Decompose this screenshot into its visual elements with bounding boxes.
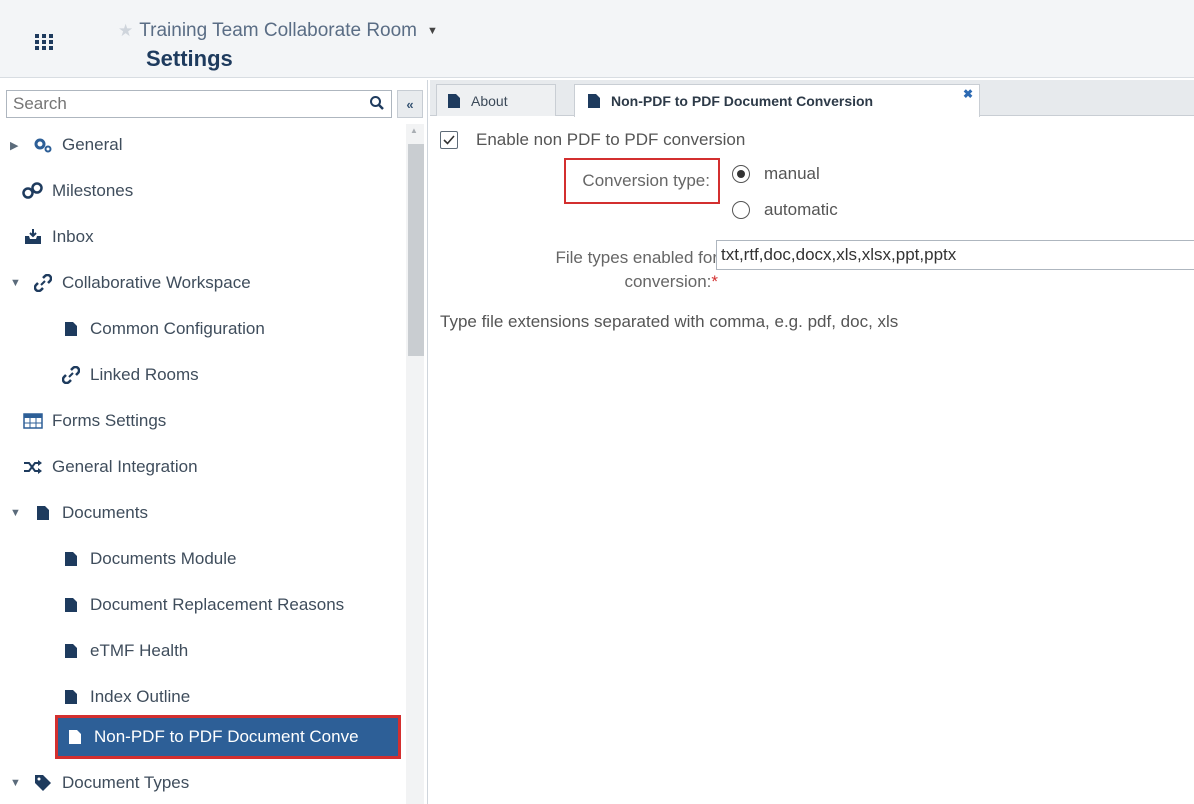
enable-conversion-label: Enable non PDF to PDF conversion bbox=[476, 130, 746, 149]
sidebar-item-documents[interactable]: ▼ Documents bbox=[10, 498, 148, 528]
expand-arrow-icon[interactable]: ▶ bbox=[10, 139, 22, 152]
tab-about[interactable]: About bbox=[436, 84, 556, 116]
sidebar-item-label: Inbox bbox=[52, 227, 94, 246]
sidebar-item-label: Collaborative Workspace bbox=[62, 273, 251, 292]
tab-label: About bbox=[471, 92, 508, 109]
collapse-arrow-icon[interactable]: ▼ bbox=[10, 777, 22, 789]
settings-sidebar: « ▲ ▶ General Milestones Inbox ▼ Collabo… bbox=[0, 80, 428, 804]
document-icon bbox=[587, 93, 601, 109]
app-header: ★ Training Team Collaborate Room ▼ Setti… bbox=[0, 0, 1194, 78]
close-icon[interactable]: ✖ bbox=[963, 87, 973, 101]
sidebar-item-document-types[interactable]: ▼ Document Types bbox=[10, 768, 189, 798]
collapse-arrow-icon[interactable]: ▼ bbox=[10, 507, 22, 519]
sidebar-item-label: Milestones bbox=[52, 181, 134, 200]
settings-content: About Non-PDF to PDF Document Conversion… bbox=[430, 80, 1194, 804]
link-icon bbox=[60, 366, 82, 384]
document-icon bbox=[64, 729, 86, 745]
document-icon bbox=[32, 505, 54, 521]
page-title: Settings bbox=[146, 46, 233, 71]
sidebar-item-label: Index Outline bbox=[90, 687, 191, 706]
document-icon bbox=[60, 643, 82, 659]
file-types-label: File types enabled for conversion:* bbox=[490, 246, 718, 294]
search-input[interactable] bbox=[6, 90, 392, 118]
sidebar-item-label: Document Types bbox=[62, 773, 190, 792]
room-selector[interactable]: ★ Training Team Collaborate Room ▼ bbox=[118, 20, 438, 42]
tab-bar: About Non-PDF to PDF Document Conversion… bbox=[430, 80, 1194, 117]
radio-automatic-row[interactable]: automatic bbox=[732, 200, 838, 220]
enable-conversion-checkbox[interactable] bbox=[440, 131, 458, 149]
document-icon bbox=[60, 551, 82, 567]
sidebar-item-milestones[interactable]: Milestones bbox=[22, 176, 133, 206]
room-title: Training Team Collaborate Room bbox=[139, 20, 417, 41]
sidebar-item-collaborative-workspace[interactable]: ▼ Collaborative Workspace bbox=[10, 268, 251, 298]
tab-non-pdf-conversion[interactable]: Non-PDF to PDF Document Conversion ✖ bbox=[574, 84, 980, 117]
sidebar-item-label: Forms Settings bbox=[52, 411, 167, 430]
sidebar-item-label: Documents bbox=[62, 503, 148, 522]
gears-icon bbox=[32, 137, 54, 153]
collapse-arrow-icon[interactable]: ▼ bbox=[10, 277, 22, 289]
shuffle-icon bbox=[22, 460, 44, 474]
sidebar-item-etmf-health[interactable]: eTMF Health bbox=[60, 636, 188, 666]
file-types-label-line2: conversion: bbox=[624, 272, 712, 291]
collapse-sidebar-icon[interactable]: « bbox=[397, 90, 423, 118]
enable-conversion-row: Enable non PDF to PDF conversion bbox=[440, 130, 745, 150]
sidebar-item-document-replacement-reasons[interactable]: Document Replacement Reasons bbox=[60, 590, 344, 620]
sidebar-item-label: Common Configuration bbox=[90, 319, 265, 338]
scroll-up-icon[interactable]: ▲ bbox=[410, 126, 418, 135]
conversion-type-label: Conversion type: bbox=[564, 158, 720, 204]
link-icon bbox=[32, 274, 54, 292]
sidebar-item-label: Non-PDF to PDF Document Conve bbox=[94, 727, 359, 746]
sidebar-item-label: General Integration bbox=[52, 457, 198, 476]
file-types-input[interactable] bbox=[716, 240, 1194, 270]
sidebar-item-label: Document Replacement Reasons bbox=[90, 595, 345, 614]
document-icon bbox=[447, 93, 461, 109]
file-types-label-line1: File types enabled for bbox=[555, 248, 718, 267]
milestones-icon bbox=[22, 182, 44, 200]
required-mark: * bbox=[711, 272, 718, 291]
scrollbar-thumb[interactable] bbox=[408, 144, 424, 356]
radio-automatic[interactable] bbox=[732, 201, 750, 219]
sidebar-item-documents-module[interactable]: Documents Module bbox=[60, 544, 236, 574]
sidebar-item-general-integration[interactable]: General Integration bbox=[22, 452, 198, 482]
star-icon[interactable]: ★ bbox=[118, 21, 133, 41]
sidebar-item-common-configuration[interactable]: Common Configuration bbox=[60, 314, 265, 344]
document-icon bbox=[60, 689, 82, 705]
sidebar-item-index-outline[interactable]: Index Outline bbox=[60, 682, 190, 712]
search-icon[interactable] bbox=[366, 92, 388, 114]
table-icon bbox=[22, 413, 44, 429]
sidebar-item-linked-rooms[interactable]: Linked Rooms bbox=[60, 360, 199, 390]
sidebar-item-general[interactable]: ▶ General bbox=[10, 130, 122, 160]
sidebar-item-label: Linked Rooms bbox=[90, 365, 199, 384]
sidebar-item-inbox[interactable]: Inbox bbox=[22, 222, 94, 252]
radio-automatic-label: automatic bbox=[764, 200, 838, 219]
radio-manual-label: manual bbox=[764, 164, 820, 183]
sidebar-item-label: General bbox=[62, 135, 123, 154]
document-icon bbox=[60, 597, 82, 613]
tag-icon bbox=[32, 774, 54, 792]
radio-manual[interactable] bbox=[732, 165, 750, 183]
sidebar-item-label: Documents Module bbox=[90, 549, 237, 568]
document-icon bbox=[60, 321, 82, 337]
tab-label: Non-PDF to PDF Document Conversion bbox=[611, 93, 874, 109]
sidebar-item-non-pdf-conversion[interactable]: Non-PDF to PDF Document Conve bbox=[56, 716, 400, 758]
file-types-hint: Type file extensions separated with comm… bbox=[440, 312, 899, 331]
apps-grid-icon[interactable] bbox=[32, 30, 56, 54]
sidebar-item-forms-settings[interactable]: Forms Settings bbox=[22, 406, 166, 436]
radio-manual-row[interactable]: manual bbox=[732, 164, 820, 184]
caret-down-icon: ▼ bbox=[427, 25, 438, 37]
inbox-icon bbox=[22, 228, 44, 246]
sidebar-item-label: eTMF Health bbox=[90, 641, 189, 660]
